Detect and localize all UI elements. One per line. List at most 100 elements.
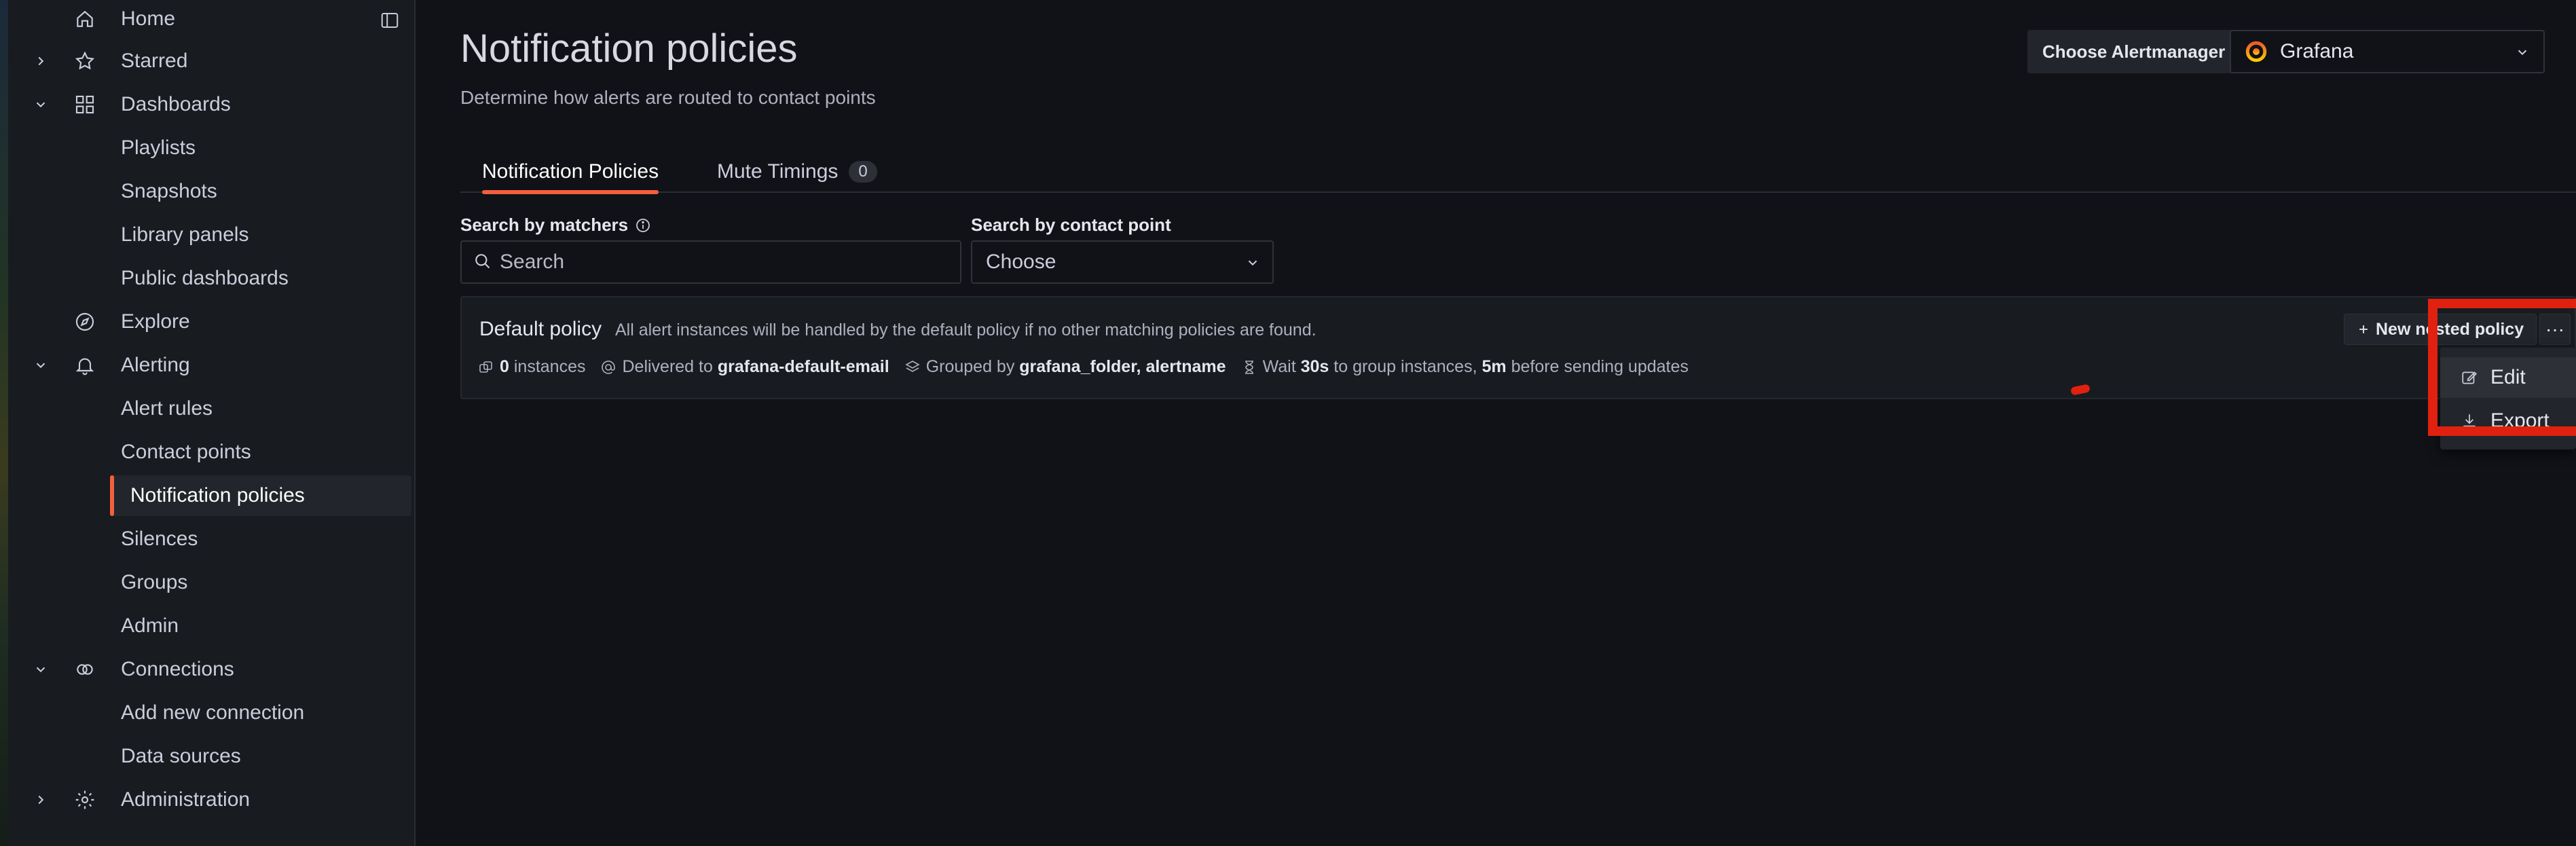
tab-label: Mute Timings	[717, 160, 839, 183]
app-root: Home Starred Dashboards Playlists Snapsh…	[0, 0, 2576, 846]
choose-alertmanager-label: Choose Alertmanager	[2027, 30, 2241, 73]
sidebar-item-admin[interactable]: Admin	[8, 606, 416, 646]
tab-label: Notification Policies	[482, 160, 659, 183]
chevron-right-icon[interactable]	[27, 48, 54, 75]
policy-metadata: 0 instances Delivered to grafana-default…	[478, 357, 1704, 377]
info-icon[interactable]	[635, 217, 651, 234]
edit-icon	[2462, 371, 2477, 384]
policy-instances[interactable]: 0 instances	[478, 357, 585, 377]
new-nested-policy-label: New nested policy	[2376, 319, 2524, 339]
menu-item-label: Export	[2490, 409, 2550, 432]
tab-mute-timings[interactable]: Mute Timings 0	[717, 151, 877, 193]
new-nested-policy-button[interactable]: New nested policy	[2344, 314, 2537, 345]
sidebar-item-label: Add new connection	[121, 701, 305, 724]
sidebar: Home Starred Dashboards Playlists Snapsh…	[8, 0, 416, 846]
sidebar-item-dashboards[interactable]: Dashboards	[8, 84, 416, 125]
instances-label: instances	[513, 357, 586, 376]
tab-bar: Notification Policies Mute Timings 0	[460, 151, 2576, 194]
at-icon	[602, 360, 616, 374]
sidebar-item-notification-policies[interactable]: Notification policies	[110, 475, 411, 516]
sidebar-item-label: Data sources	[121, 745, 241, 767]
star-icon	[68, 44, 102, 78]
chevron-right-icon[interactable]	[27, 786, 54, 813]
bell-icon	[68, 348, 102, 382]
sidebar-item-contact-points[interactable]: Contact points	[8, 432, 416, 473]
tab-notification-policies[interactable]: Notification Policies	[482, 151, 659, 194]
menu-item-edit[interactable]: Edit	[2440, 357, 2576, 398]
hourglass-icon	[1245, 360, 1253, 374]
sidebar-item-label: Explore	[121, 310, 190, 333]
contact-point-select[interactable]: Choose	[971, 240, 1274, 284]
chevron-down-icon	[1245, 255, 1260, 274]
wait-label: Wait	[1262, 357, 1296, 376]
page-title: Notification policies	[460, 26, 798, 71]
instances-count: 0	[500, 357, 509, 376]
sidebar-item-label: Silences	[121, 528, 198, 550]
menu-item-export[interactable]: Export	[2440, 401, 2576, 441]
sidebar-item-administration[interactable]: Administration	[8, 779, 416, 820]
policy-timing: Wait 30s to group instances, 5m before s…	[1241, 357, 1689, 377]
sidebar-item-starred[interactable]: Starred	[8, 41, 416, 81]
default-policy-card: Default policy All alert instances will …	[460, 296, 2576, 399]
repeat-label: before sending updates	[1511, 357, 1689, 376]
tab-counter-badge: 0	[849, 161, 877, 183]
sidebar-item-label: Notification policies	[130, 484, 305, 507]
sidebar-item-snapshots[interactable]: Snapshots	[8, 171, 416, 212]
desktop-wallpaper-edge	[0, 0, 8, 846]
page-subtitle: Determine how alerts are routed to conta…	[460, 87, 876, 108]
sidebar-item-alerting[interactable]: Alerting	[8, 345, 416, 386]
matchers-filter-label: Search by matchers	[460, 215, 651, 236]
sidebar-item-library-panels[interactable]: Library panels	[8, 215, 416, 255]
more-actions-button[interactable]: ···	[2539, 314, 2571, 345]
contact-point-select-value: Choose	[986, 251, 1056, 273]
compass-icon	[68, 305, 102, 339]
active-indicator	[110, 475, 114, 516]
sidebar-item-label: Starred	[121, 50, 188, 72]
chevron-down-icon[interactable]	[27, 91, 54, 118]
alertmanager-select[interactable]: Grafana	[2230, 30, 2545, 73]
menu-item-label: Edit	[2490, 366, 2526, 388]
sidebar-item-groups[interactable]: Groups	[8, 562, 416, 603]
sidebar-item-explore[interactable]: Explore	[8, 301, 416, 342]
sidebar-item-data-sources[interactable]: Data sources	[8, 736, 416, 777]
sidebar-item-label: Connections	[121, 658, 234, 680]
filter-label-text: Search by matchers	[460, 215, 629, 235]
group-wait-value: 30s	[1300, 357, 1329, 376]
grouped-label: Grouped by	[925, 357, 1015, 376]
sidebar-item-label: Alerting	[121, 354, 190, 376]
grafana-logo-icon	[2245, 41, 2267, 62]
main-content: Notification policies Determine how aler…	[417, 0, 2576, 846]
sidebar-item-label: Snapshots	[121, 180, 217, 202]
sidebar-item-label: Alert rules	[121, 397, 213, 420]
policy-grouping: Grouped by grafana_folder, alertname	[904, 357, 1226, 377]
sidebar-item-public-dashboards[interactable]: Public dashboards	[8, 258, 416, 299]
link-icon	[68, 652, 102, 686]
chevron-down-icon	[2515, 45, 2530, 63]
policy-description: All alert instances will be handled by t…	[615, 320, 1317, 339]
chevron-down-icon[interactable]	[27, 656, 54, 683]
policy-contact-point: Delivered to grafana-default-email	[600, 357, 889, 377]
sidebar-item-label: Playlists	[121, 136, 196, 159]
chevron-down-icon[interactable]	[27, 352, 54, 379]
sidebar-item-add-new-connection[interactable]: Add new connection	[8, 693, 416, 733]
sidebar-item-playlists[interactable]: Playlists	[8, 128, 416, 168]
ellipsis-icon: ···	[2545, 318, 2564, 339]
sidebar-item-connections[interactable]: Connections	[8, 649, 416, 690]
alertmanager-value: Grafana	[2280, 40, 2354, 62]
layer-group-icon	[905, 360, 920, 372]
sidebar-item-silences[interactable]: Silences	[8, 519, 416, 559]
search-input[interactable]	[500, 251, 960, 274]
contact-point-filter-label: Search by contact point	[971, 215, 1171, 235]
wait-mid-text: to group instances,	[1333, 357, 1477, 376]
group-interval-value: 5m	[1482, 357, 1507, 376]
policy-title: Default policy	[479, 318, 602, 340]
sidebar-item-alert-rules[interactable]: Alert rules	[8, 388, 416, 429]
grouped-by-value: grafana_folder, alertname	[1019, 357, 1226, 376]
contact-point-name[interactable]: grafana-default-email	[718, 357, 889, 377]
sidebar-item-label: Dashboards	[121, 93, 231, 115]
policy-actions-menu: Edit Export	[2440, 348, 2576, 449]
sidebar-item-home[interactable]: Home	[8, 0, 416, 39]
search-matchers-field[interactable]	[460, 240, 961, 284]
sidebar-item-label: Library panels	[121, 223, 249, 246]
search-icon	[473, 251, 492, 274]
